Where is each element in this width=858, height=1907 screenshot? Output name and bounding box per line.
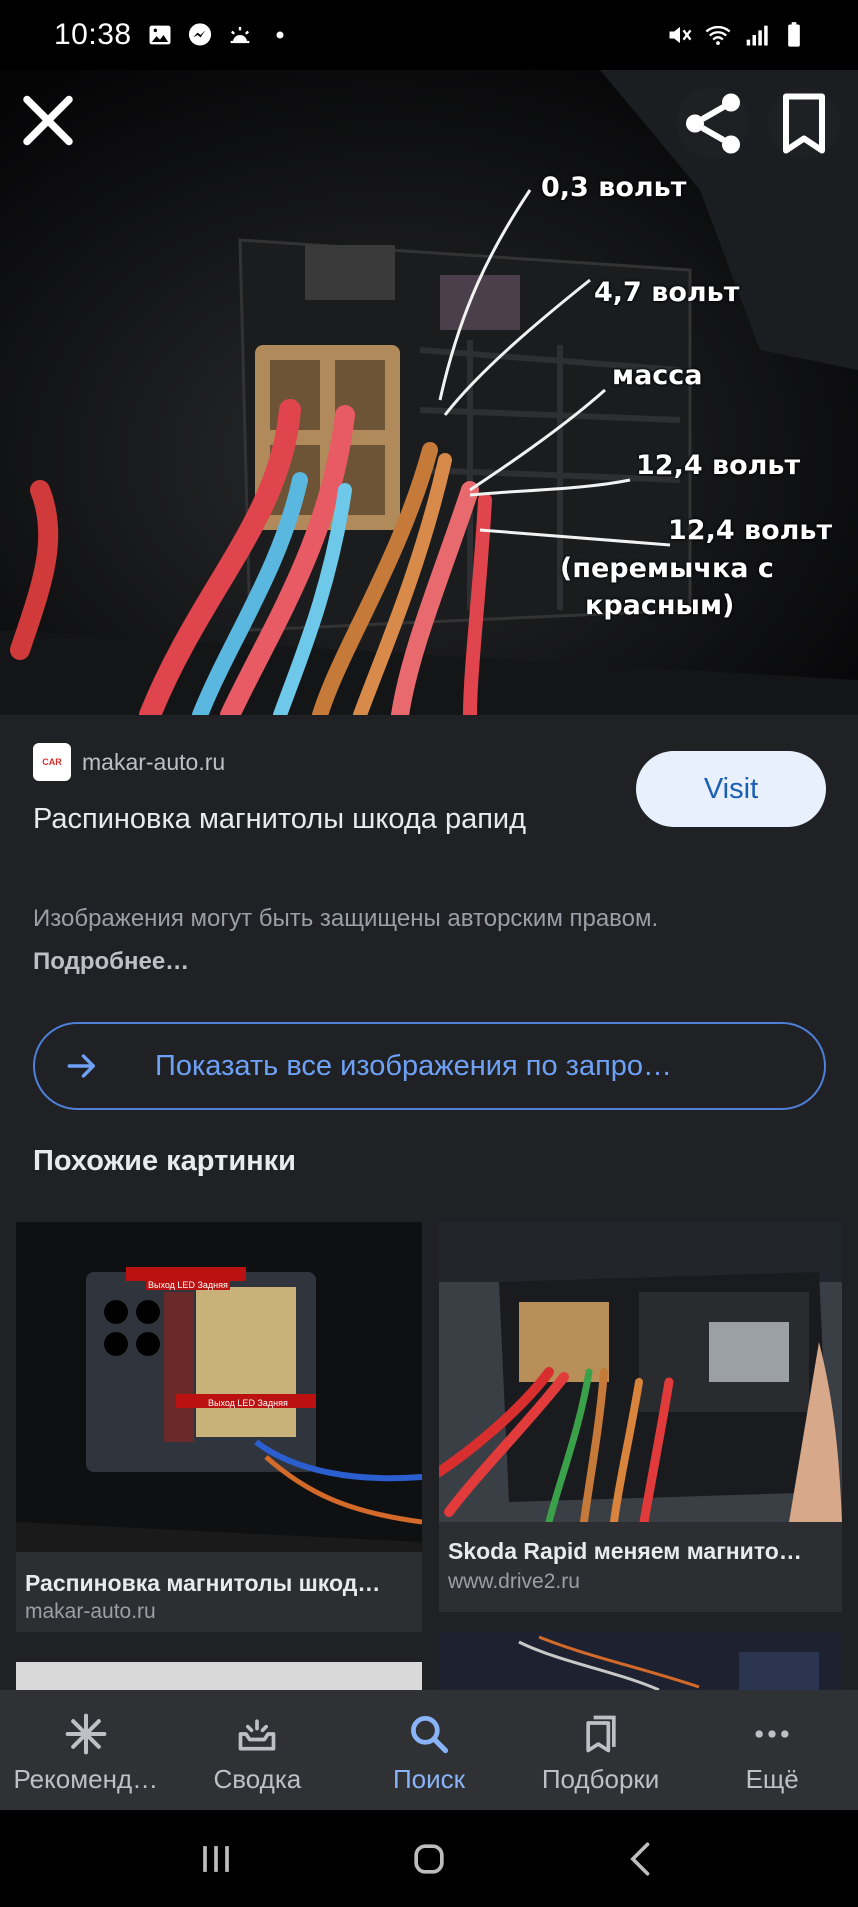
similar-image-source: www.drive2.ru xyxy=(448,1570,580,1593)
similar-image-thumb xyxy=(439,1222,842,1522)
dot-icon xyxy=(276,31,284,39)
mute-icon xyxy=(669,26,692,44)
visit-button[interactable]: Visit xyxy=(636,751,826,827)
nav-item-discover[interactable]: Рекоменд… xyxy=(0,1690,172,1810)
hero-label-5: 12,4 вольт xyxy=(668,515,833,546)
arrow-right-icon xyxy=(65,1049,105,1083)
site-favicon: CAR xyxy=(33,743,71,781)
messenger-icon xyxy=(188,23,211,46)
similar-image-source: makar-auto.ru xyxy=(25,1600,156,1623)
hero-label-7: красным) xyxy=(585,590,735,621)
image-icon xyxy=(149,25,171,45)
system-nav-bar xyxy=(0,1810,858,1907)
signal-icon xyxy=(746,25,768,46)
share-icon xyxy=(686,93,740,153)
bookmark-button[interactable] xyxy=(768,87,840,159)
nav-item-collections[interactable]: Подборки xyxy=(515,1690,687,1810)
nav-item-search[interactable]: Поиск xyxy=(343,1690,515,1810)
nav-label: Рекоменд… xyxy=(13,1764,159,1794)
thumb-tag: Выход LED Задняя xyxy=(206,1398,290,1408)
hero-image[interactable]: 0,3 вольт 4,7 вольт масса 12,4 вольт 12,… xyxy=(0,70,858,715)
similar-image-thumb xyxy=(518,1635,819,1690)
show-all-images-button[interactable]: Показать все изображения по запро… xyxy=(33,1022,826,1110)
source-row[interactable]: CAR makar-auto.ru xyxy=(33,743,225,781)
status-time: 10:38 xyxy=(54,18,132,51)
show-all-label: Показать все изображения по запро… xyxy=(155,1049,673,1082)
close-icon xyxy=(23,95,73,145)
similar-image-card[interactable]: Skoda Rapid меняем магнито… www.drive2.r… xyxy=(439,1222,842,1612)
recents-icon[interactable] xyxy=(194,1837,238,1881)
wifi-icon xyxy=(705,25,731,46)
copyright-notice: Изображения могут быть защищены авторски… xyxy=(33,897,733,983)
similar-image-title: Skoda Rapid меняем магнито… xyxy=(448,1538,802,1564)
nav-label: Ещё xyxy=(745,1764,799,1794)
hero-label-1: 0,3 вольт xyxy=(541,172,687,203)
home-icon[interactable] xyxy=(407,1837,451,1881)
inbox-icon xyxy=(239,1719,276,1751)
share-button[interactable] xyxy=(677,87,749,159)
bottom-nav: Рекоменд… Сводка Поиск Подборки Ещё xyxy=(0,1690,858,1810)
similar-image-title: Распиновка магнитолы шкод… xyxy=(25,1570,381,1596)
source-name: makar-auto.ru xyxy=(82,748,226,775)
weather-icon xyxy=(230,26,249,44)
bookmark-icon xyxy=(783,93,825,153)
similar-image-card[interactable] xyxy=(16,1662,422,1690)
nav-label: Сводка xyxy=(213,1764,302,1794)
more-icon xyxy=(755,1730,789,1738)
hero-label-6: (перемычка с xyxy=(560,553,774,584)
hero-label-4: 12,4 вольт xyxy=(636,450,801,481)
search-icon xyxy=(411,1716,449,1754)
nav-label: Поиск xyxy=(392,1764,465,1794)
nav-item-more[interactable]: Ещё xyxy=(686,1690,858,1810)
result-title[interactable]: Распиновка магнитолы шкода рапид xyxy=(33,797,593,842)
similar-image-thumb xyxy=(16,1222,422,1552)
battery-icon xyxy=(788,22,800,47)
copyright-text: Изображения могут быть защищены авторски… xyxy=(33,905,659,932)
collections-icon xyxy=(585,1715,616,1753)
similar-images-heading: Похожие картинки xyxy=(33,1145,297,1177)
sparkle-icon xyxy=(65,1713,107,1755)
similar-image-card[interactable]: Выход LED Задняя Выход LED Задняя Распин… xyxy=(16,1222,422,1632)
close-button[interactable] xyxy=(12,84,84,156)
back-icon[interactable] xyxy=(620,1837,664,1881)
nav-label: Подборки xyxy=(541,1764,660,1794)
nav-item-snapshot[interactable]: Сводка xyxy=(172,1690,344,1810)
learn-more-link[interactable]: Подробнее… xyxy=(33,948,189,975)
similar-image-card[interactable] xyxy=(439,1632,842,1690)
status-bar: 10:38 xyxy=(0,0,858,70)
thumb-tag: Выход LED Задняя xyxy=(146,1280,230,1290)
